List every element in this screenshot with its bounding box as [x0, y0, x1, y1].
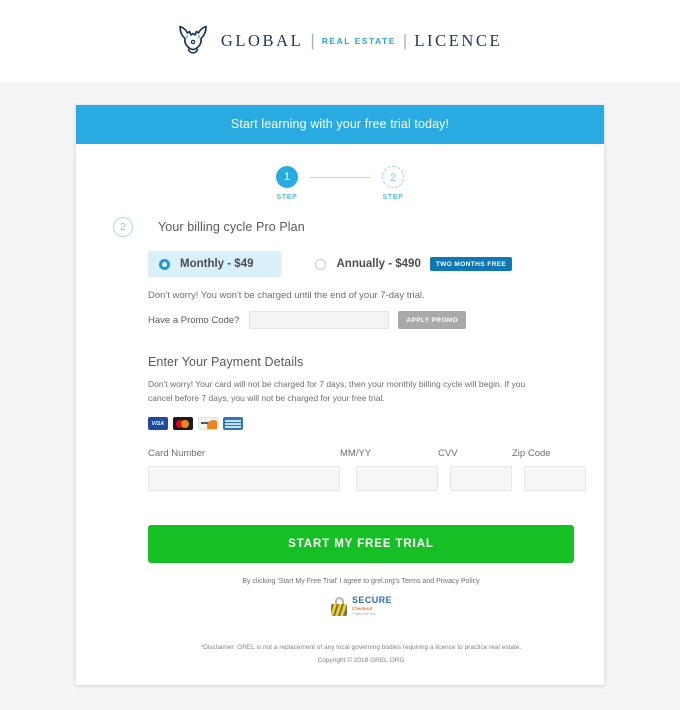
checkout-card: Start learning with your free trial toda…: [76, 105, 604, 685]
page-content: Start learning with your free trial toda…: [0, 82, 680, 685]
two-months-free-badge: TWO MONTHS FREE: [429, 257, 513, 271]
radio-annually-icon[interactable]: [315, 258, 327, 270]
expiry-label: MM/YY: [340, 448, 372, 460]
checkout-form-area: Monthly - $49 Annually - $490 TWO MONTHS…: [76, 250, 604, 671]
card-number-field-group: Card Number: [148, 448, 340, 492]
logo-separator-2: |: [402, 31, 408, 50]
stepper-step-1[interactable]: 1 STEP: [264, 166, 310, 201]
footer-copyright: Copyright © 2018 GREL.ORG: [317, 656, 405, 664]
amex-card-icon: [223, 417, 243, 431]
checkout-card-body: 1 STEP 2 STEP 2 Your billing cycle Pro P…: [76, 144, 604, 685]
visa-card-icon: VISA: [148, 417, 168, 431]
radio-monthly-icon[interactable]: [159, 258, 170, 270]
checkout-stepper: 1 STEP 2 STEP: [76, 144, 604, 201]
plan-option-monthly-label: Monthly - $49: [180, 258, 254, 270]
stepper-step-1-circle: 1: [276, 166, 298, 188]
stepper-step-2-circle: 2: [382, 166, 404, 188]
payment-section-description: Don't worry! Your card will not be charg…: [148, 379, 526, 404]
stepper-step-1-label: STEP: [276, 194, 298, 201]
brand-logo[interactable]: GLOBAL | REAL ESTATE | LICENCE: [178, 25, 502, 57]
plan-option-annually[interactable]: Annually - $490 TWO MONTHS FREE: [315, 250, 513, 278]
accepted-cards: VISA: [148, 417, 574, 431]
stepper-step-2[interactable]: 2 STEP: [370, 166, 416, 201]
card-number-input[interactable]: [148, 466, 340, 492]
plan-options: Monthly - $49 Annually - $490 TWO MONTHS…: [148, 250, 574, 278]
card-footer: *Disclaimer: GREL is not a replacement o…: [148, 642, 574, 671]
card-number-label: Card Number: [148, 448, 206, 460]
secure-badge-text: SECURE Checkout Trusted site seal: [352, 596, 392, 616]
payment-fields: Card Number MM/YY CVV Zip Code: [148, 448, 586, 492]
apply-promo-button[interactable]: APPLY PROMO: [398, 311, 467, 329]
logo-word-licence: LICENCE: [414, 31, 503, 50]
promo-code-label: Have a Promo Code?: [148, 314, 240, 326]
payment-section-title: Enter Your Payment Details: [148, 355, 304, 369]
start-free-trial-button[interactable]: START MY FREE TRIAL: [148, 525, 574, 564]
zip-code-input[interactable]: [524, 466, 586, 492]
secure-checkout-badge: SECURE Checkout Trusted site seal: [148, 596, 574, 616]
zip-field-group: Zip Code: [512, 448, 586, 492]
cvv-input[interactable]: [450, 466, 512, 492]
brand-wordmark: GLOBAL | REAL ESTATE | LICENCE: [221, 31, 502, 51]
promo-code-row: Have a Promo Code? APPLY PROMO: [148, 311, 574, 329]
zip-code-label: Zip Code: [512, 448, 551, 460]
cvv-field-group: CVV: [438, 448, 512, 492]
promo-code-input[interactable]: [249, 311, 390, 329]
mastercard-card-icon: [173, 417, 193, 431]
billing-step-badge: 2: [113, 217, 133, 237]
logo-word-real-estate: REAL ESTATE: [321, 36, 396, 46]
secure-badge-caption: Trusted site seal: [352, 612, 376, 617]
billing-section-title: Your billing cycle Pro Plan: [158, 220, 305, 234]
billing-section-header: 2 Your billing cycle Pro Plan: [76, 217, 604, 237]
promo-banner: Start learning with your free trial toda…: [76, 105, 604, 144]
expiry-input[interactable]: [356, 466, 438, 492]
cvv-label: CVV: [438, 448, 458, 460]
secure-badge-title: SECURE: [352, 595, 392, 606]
logo-separator-1: |: [310, 31, 315, 50]
stepper-step-2-label: STEP: [382, 194, 404, 201]
footer-disclaimer: *Disclaimer: GREL is not a replacement o…: [200, 644, 522, 652]
discover-card-icon: [198, 417, 218, 431]
plan-option-monthly[interactable]: Monthly - $49: [148, 251, 282, 277]
terms-notice: By clicking 'Start My Free Trial' I agre…: [242, 578, 480, 586]
logo-word-global: GLOBAL: [220, 31, 304, 50]
secure-badge-subtitle: Checkout: [352, 606, 373, 612]
trial-note: Don't worry! You won't be charged until …: [148, 290, 425, 301]
plan-option-annually-label: Annually - $490: [336, 258, 421, 270]
expiry-field-group: MM/YY: [340, 448, 438, 492]
lion-head-icon: [178, 25, 207, 54]
padlock-icon: [330, 596, 348, 616]
stepper-connector-line: [310, 177, 370, 178]
site-header: GLOBAL | REAL ESTATE | LICENCE: [0, 0, 680, 82]
